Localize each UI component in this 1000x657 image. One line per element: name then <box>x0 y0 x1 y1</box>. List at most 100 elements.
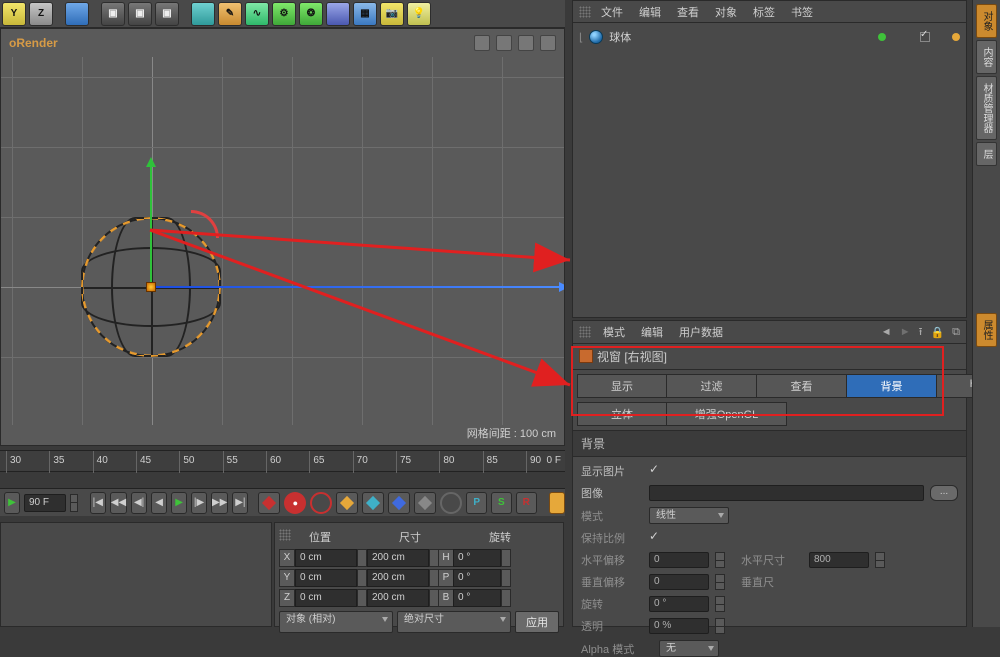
camera-button[interactable]: 📷 <box>380 2 404 26</box>
pos-y-spinner[interactable] <box>357 569 367 587</box>
rotation-handle[interactable] <box>191 210 219 238</box>
play-start-button[interactable]: ▶ <box>4 492 20 514</box>
viewport-pan-icon[interactable] <box>474 35 490 51</box>
psr-s-button[interactable]: S <box>491 492 512 514</box>
key-rot-button[interactable] <box>388 492 410 514</box>
prop-opacity-spinner[interactable] <box>715 618 725 634</box>
drag-handle-icon[interactable] <box>579 6 591 18</box>
om-tab-view[interactable]: 查看 <box>671 2 705 22</box>
play-button[interactable]: ▶ <box>171 492 187 514</box>
go-end-button[interactable]: ▶| <box>232 492 248 514</box>
new-window-icon[interactable]: ⧉ <box>952 326 960 339</box>
autokey-button[interactable]: ● <box>284 492 306 514</box>
axis-x-gizmo[interactable] <box>151 286 561 288</box>
size-z-spinner[interactable] <box>429 589 439 607</box>
coord-apply-button[interactable]: 应用 <box>515 611 559 633</box>
go-nextkey-button[interactable]: ▶▶ <box>211 492 228 514</box>
om-tab-bookmark[interactable]: 书签 <box>785 2 819 22</box>
pen-tool-button[interactable]: ✎ <box>218 2 242 26</box>
step-back-button[interactable]: ◀| <box>131 492 147 514</box>
viewport-rotate-icon[interactable] <box>518 35 534 51</box>
key-scale-button[interactable] <box>362 492 384 514</box>
coord-pos-mode-dropdown[interactable]: 对象 (相对) <box>279 611 393 633</box>
om-tab-object[interactable]: 对象 <box>709 2 743 22</box>
dock-tab-object[interactable]: 对象 <box>976 4 997 38</box>
rot-x-spinner[interactable] <box>501 549 511 567</box>
go-start-button[interactable]: |◀ <box>90 492 106 514</box>
go-prevkey-button[interactable]: ◀◀ <box>110 492 127 514</box>
attr-subtab-display[interactable]: 显示 <box>577 374 667 398</box>
current-frame-spinner[interactable] <box>70 494 78 512</box>
coord-size-mode-dropdown[interactable]: 绝对尺寸 <box>397 611 511 633</box>
axis-y-gizmo[interactable] <box>150 167 152 287</box>
size-y-field[interactable]: 200 cm <box>367 569 429 587</box>
play-back-button[interactable]: ◀ <box>151 492 167 514</box>
attr-subtab-filter[interactable]: 过滤 <box>667 374 757 398</box>
render-check-icon[interactable] <box>920 32 930 42</box>
environment-button[interactable] <box>326 2 350 26</box>
prop-alpha-dropdown[interactable]: 无 <box>659 640 719 657</box>
pos-z-field[interactable]: 0 cm <box>295 589 357 607</box>
rot-x-field[interactable]: 0 ° <box>453 549 501 567</box>
make-editable-button[interactable] <box>65 2 89 26</box>
render-picture-button[interactable]: ▣ <box>128 2 152 26</box>
psr-p-button[interactable]: P <box>466 492 487 514</box>
visibility-dot-icon[interactable] <box>878 33 886 41</box>
attr-subtab-view[interactable]: 查看 <box>757 374 847 398</box>
pos-x-field[interactable]: 0 cm <box>295 549 357 567</box>
floor-button[interactable]: ▦ <box>353 2 377 26</box>
current-frame-field[interactable]: 90 F <box>24 494 66 512</box>
prop-keep-ratio-checkbox[interactable] <box>649 532 661 544</box>
prop-hsize-field[interactable]: 800 <box>809 552 869 568</box>
axis-y-button[interactable]: Y <box>2 2 26 26</box>
viewport-canvas[interactable] <box>1 57 564 425</box>
generator-button[interactable]: ⚙ <box>272 2 296 26</box>
dock-tab-layers[interactable]: 层 <box>976 142 997 166</box>
light-button[interactable]: 💡 <box>407 2 431 26</box>
size-x-spinner[interactable] <box>429 549 439 567</box>
prop-mode-dropdown[interactable]: 线性 <box>649 507 729 524</box>
pos-x-spinner[interactable] <box>357 549 367 567</box>
prop-voffset-spinner[interactable] <box>715 574 725 590</box>
primitive-cube-button[interactable] <box>191 2 215 26</box>
rot-y-spinner[interactable] <box>501 569 511 587</box>
dock-tab-materials[interactable]: 材质管理器 <box>976 76 997 140</box>
timeline-ruler[interactable]: 0 F 30354045505560657075808590 <box>0 450 565 472</box>
prop-hoffset-spinner[interactable] <box>715 552 725 568</box>
pos-y-field[interactable]: 0 cm <box>295 569 357 587</box>
prop-show-image-checkbox[interactable] <box>649 465 661 477</box>
key-pla-button[interactable] <box>440 492 462 514</box>
key-selection-button[interactable] <box>310 492 332 514</box>
attr-subtab-opengl[interactable]: 增强OpenGL <box>667 402 787 426</box>
pos-z-spinner[interactable] <box>357 589 367 607</box>
nav-back-icon[interactable]: ◄ <box>881 326 892 338</box>
size-x-field[interactable]: 200 cm <box>367 549 429 567</box>
axis-origin[interactable] <box>146 282 156 292</box>
record-key-button[interactable] <box>258 492 280 514</box>
viewport-zoom-icon[interactable] <box>496 35 512 51</box>
drag-handle-icon[interactable] <box>579 326 591 338</box>
object-row-sphere[interactable]: ⌊ 球体 <box>579 29 960 45</box>
prop-rotate-field[interactable]: 0 ° <box>649 596 709 612</box>
prop-hsize-spinner[interactable] <box>875 552 885 568</box>
lock-icon[interactable]: 🔒 <box>930 326 944 339</box>
prop-image-field[interactable] <box>649 485 924 501</box>
attr-tab-edit[interactable]: 编辑 <box>637 322 667 342</box>
spline-tool-button[interactable]: ∿ <box>245 2 269 26</box>
key-pos-button[interactable] <box>336 492 358 514</box>
prop-voffset-field[interactable]: 0 <box>649 574 709 590</box>
om-tab-edit[interactable]: 编辑 <box>633 2 667 22</box>
timeline-expand-button[interactable] <box>549 492 565 514</box>
om-tab-tags[interactable]: 标签 <box>747 2 781 22</box>
om-tab-file[interactable]: 文件 <box>595 2 629 22</box>
rot-z-field[interactable]: 0 ° <box>453 589 501 607</box>
attr-subtab-stereo[interactable]: 立体 <box>577 402 667 426</box>
nav-fwd-icon[interactable]: ► <box>900 326 911 338</box>
axis-z-button[interactable]: Z <box>29 2 53 26</box>
size-z-field[interactable]: 200 cm <box>367 589 429 607</box>
viewport-layout-icon[interactable] <box>540 35 556 51</box>
attr-subtab-background[interactable]: 背景 <box>847 374 937 398</box>
psr-r-button[interactable]: R <box>516 492 537 514</box>
attr-tab-userdata[interactable]: 用户数据 <box>675 322 727 342</box>
tag-icon[interactable] <box>952 33 960 41</box>
